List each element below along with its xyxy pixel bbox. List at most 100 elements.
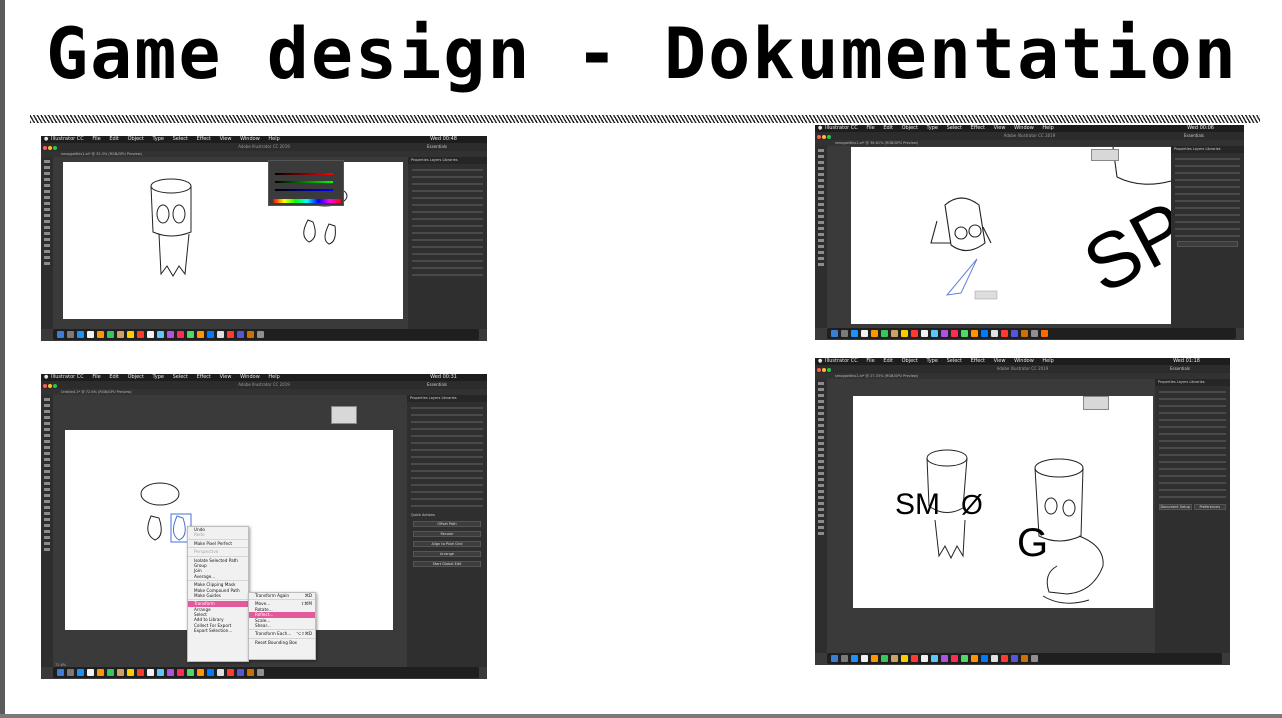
arrange-button[interactable]: Arrange — [413, 551, 481, 557]
zoom-icon[interactable] — [827, 135, 831, 139]
menu-app-name[interactable]: Illustrator CC — [825, 358, 858, 365]
menu-file[interactable]: File — [92, 374, 100, 381]
minimize-icon[interactable] — [822, 368, 826, 372]
menu-item-make-guides[interactable]: Make Guides — [188, 593, 248, 598]
mac-dock[interactable] — [827, 653, 1222, 664]
menu-view[interactable]: View — [994, 125, 1006, 132]
tools-panel[interactable] — [41, 395, 53, 667]
workspace-switcher[interactable]: Essentials — [427, 381, 447, 389]
tools-panel[interactable] — [815, 379, 827, 653]
panel-tabs[interactable]: Properties Layers Libraries — [1171, 146, 1244, 153]
menu-object[interactable]: Object — [902, 125, 918, 132]
panel-tabs[interactable]: Properties Layers Libraries — [408, 157, 487, 164]
menu-item-average[interactable]: Average... — [188, 574, 248, 579]
menu-effect[interactable]: Effect — [197, 374, 211, 381]
menu-window[interactable]: Window — [240, 136, 260, 143]
submenu-shear[interactable]: Shear... — [249, 623, 315, 628]
menu-select[interactable]: Select — [173, 374, 188, 381]
menu-type[interactable]: Type — [153, 136, 164, 143]
menu-app-name[interactable]: Illustrator CC — [51, 136, 84, 143]
minimize-icon[interactable] — [48, 384, 52, 388]
menu-file[interactable]: File — [866, 125, 874, 132]
submenu-transform-again[interactable]: Transform Again ⌘D — [249, 593, 315, 598]
artboard[interactable] — [63, 162, 403, 319]
zoom-icon[interactable] — [53, 384, 57, 388]
menu-item-make-pixel-perfect[interactable]: Make Pixel Perfect — [188, 541, 248, 546]
workspace-switcher[interactable]: Essentials — [1170, 365, 1190, 373]
workspace-switcher[interactable]: Essentials — [1184, 132, 1204, 140]
mac-dock[interactable] — [827, 328, 1236, 339]
artboard[interactable]: SM Ø G — [853, 396, 1153, 608]
layers-panel[interactable]: Properties Layers Libraries — [408, 157, 487, 329]
menu-help[interactable]: Help — [268, 136, 279, 143]
panel-tabs[interactable]: Properties Layers Libraries — [407, 395, 487, 402]
menu-view[interactable]: View — [994, 358, 1006, 365]
artboard[interactable]: SP — [851, 146, 1203, 324]
minimize-icon[interactable] — [48, 146, 52, 150]
submenu-transform-each[interactable]: Transform Each... ⌥⇧⌘D — [249, 631, 315, 636]
menu-edit[interactable]: Edit — [109, 374, 119, 381]
quick-action-button[interactable] — [1177, 241, 1238, 247]
menu-edit[interactable]: Edit — [109, 136, 119, 143]
close-icon[interactable] — [43, 146, 47, 150]
menu-edit[interactable]: Edit — [883, 358, 893, 365]
recolor-button[interactable]: Recolor — [413, 531, 481, 537]
menu-help[interactable]: Help — [268, 374, 279, 381]
menu-item-perspective[interactable]: Perspective — [188, 549, 248, 554]
menu-effect[interactable]: Effect — [971, 125, 985, 132]
menu-file[interactable]: File — [866, 358, 874, 365]
artboard-widget[interactable] — [1091, 149, 1119, 161]
menu-window[interactable]: Window — [240, 374, 260, 381]
menu-select[interactable]: Select — [947, 358, 962, 365]
close-icon[interactable] — [43, 384, 47, 388]
menu-help[interactable]: Help — [1042, 358, 1053, 365]
menu-view[interactable]: View — [220, 136, 232, 143]
menu-type[interactable]: Type — [927, 125, 938, 132]
workspace-switcher[interactable]: Essentials — [427, 143, 447, 151]
menu-app-name[interactable]: Illustrator CC — [825, 125, 858, 132]
start-global-edit-button[interactable]: Start Global Edit — [413, 561, 481, 567]
offset-path-button[interactable]: Offset Path — [413, 521, 481, 527]
menu-type[interactable]: Type — [927, 358, 938, 365]
close-icon[interactable] — [817, 368, 821, 372]
menu-window[interactable]: Window — [1014, 125, 1034, 132]
minimize-icon[interactable] — [822, 135, 826, 139]
menu-item-export-selection[interactable]: Export Selection... — [188, 628, 248, 633]
menu-app-name[interactable]: Illustrator CC — [51, 374, 84, 381]
color-picker-popup[interactable] — [268, 160, 344, 206]
zoom-icon[interactable] — [827, 368, 831, 372]
mac-dock[interactable] — [53, 329, 479, 340]
menu-object[interactable]: Object — [902, 358, 918, 365]
properties-panel[interactable]: Properties Layers Libraries Document Set… — [1155, 379, 1230, 653]
artboard-widget[interactable] — [331, 406, 357, 424]
menu-object[interactable]: Object — [128, 374, 144, 381]
menu-type[interactable]: Type — [153, 374, 164, 381]
apple-icon[interactable]: ● — [44, 136, 48, 143]
properties-panel[interactable]: Properties Layers Libraries — [1171, 146, 1244, 328]
tools-panel[interactable] — [815, 146, 827, 328]
tools-panel[interactable] — [41, 157, 53, 329]
mac-dock[interactable] — [53, 667, 479, 678]
menu-edit[interactable]: Edit — [883, 125, 893, 132]
properties-panel[interactable]: Properties Layers Libraries Quick Action… — [407, 395, 487, 667]
transform-submenu[interactable]: Transform Again ⌘D Move... ⇧⌘M Rotate... R… — [248, 592, 316, 660]
menu-view[interactable]: View — [220, 374, 232, 381]
close-icon[interactable] — [817, 135, 821, 139]
apple-icon[interactable]: ● — [44, 374, 48, 381]
document-setup-button[interactable]: Document Setup — [1159, 504, 1192, 510]
apple-icon[interactable]: ● — [818, 358, 822, 365]
menu-help[interactable]: Help — [1042, 125, 1053, 132]
menu-effect[interactable]: Effect — [197, 136, 211, 143]
menu-select[interactable]: Select — [173, 136, 188, 143]
context-menu[interactable]: Undo Redo Make Pixel Perfect Perspective… — [187, 526, 249, 662]
menu-select[interactable]: Select — [947, 125, 962, 132]
zoom-icon[interactable] — [53, 146, 57, 150]
menu-file[interactable]: File — [92, 136, 100, 143]
preferences-button[interactable]: Preferences — [1193, 504, 1226, 510]
panel-tabs[interactable]: Properties Layers Libraries — [1155, 379, 1230, 386]
apple-icon[interactable]: ● — [818, 125, 822, 132]
menu-window[interactable]: Window — [1014, 358, 1034, 365]
align-to-pixel-grid-button[interactable]: Align to Pixel Grid — [413, 541, 481, 547]
submenu-reset-bounding-box[interactable]: Reset Bounding Box — [249, 640, 315, 645]
menu-item-redo[interactable]: Redo — [188, 532, 248, 537]
